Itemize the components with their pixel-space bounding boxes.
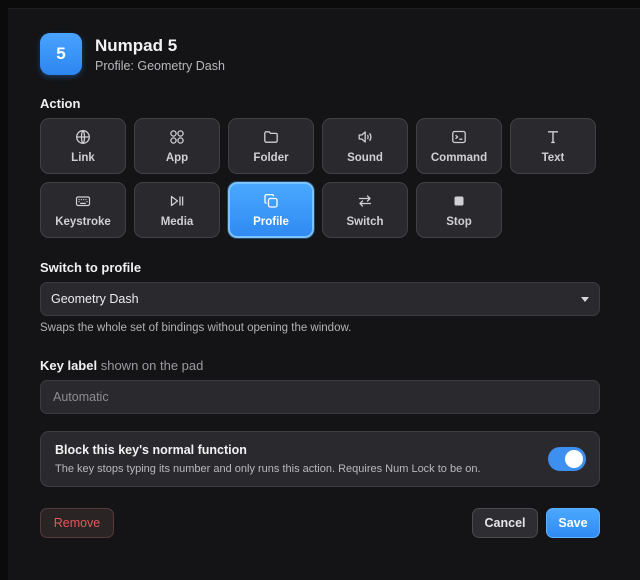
action-tile-label: Stop bbox=[446, 215, 472, 228]
action-tile-label: Folder bbox=[253, 151, 289, 164]
save-button[interactable]: Save bbox=[546, 508, 600, 538]
key-label-heading: Key label shown on the pad bbox=[40, 358, 203, 373]
block-function-toggle[interactable] bbox=[548, 447, 586, 471]
action-tile-sound[interactable]: Sound bbox=[322, 118, 408, 174]
action-section-label: Action bbox=[40, 96, 81, 111]
window-left-edge bbox=[0, 8, 8, 580]
action-tile-label: Command bbox=[430, 151, 488, 164]
play-pause-icon bbox=[170, 195, 184, 206]
terminal-icon bbox=[452, 130, 466, 143]
key-editor-panel: 5 Numpad 5 Profile: Geometry Dash Action… bbox=[8, 9, 640, 580]
apps-grid-icon bbox=[170, 129, 184, 144]
action-tile-stop[interactable]: Stop bbox=[416, 182, 502, 238]
remove-button[interactable]: Remove bbox=[40, 508, 114, 538]
text-icon bbox=[548, 130, 558, 143]
key-header: 5 Numpad 5 Profile: Geometry Dash bbox=[40, 33, 225, 75]
cancel-button[interactable]: Cancel bbox=[472, 508, 538, 538]
window-top-edge bbox=[0, 0, 640, 9]
key-label-title: Key label bbox=[40, 358, 98, 373]
profile-select-value: Geometry Dash bbox=[51, 292, 139, 306]
action-tile-app[interactable]: App bbox=[134, 118, 220, 174]
folder-icon bbox=[264, 130, 278, 143]
key-label-input[interactable] bbox=[51, 389, 589, 405]
action-tile-profile[interactable]: Profile bbox=[228, 182, 314, 238]
action-tile-label: Text bbox=[541, 151, 565, 164]
action-tile-text[interactable]: Text bbox=[510, 118, 596, 174]
action-tile-label: Keystroke bbox=[55, 215, 111, 228]
action-tile-label: Media bbox=[160, 215, 194, 228]
action-tile-label: Profile bbox=[253, 215, 289, 228]
action-tile-label: Sound bbox=[347, 151, 383, 164]
key-label-suffix: shown on the pad bbox=[100, 358, 204, 373]
key-title: Numpad 5 bbox=[95, 35, 178, 55]
block-function-card: Block this key's normal function The key… bbox=[40, 431, 600, 487]
stop-icon bbox=[454, 196, 464, 205]
title-block: Numpad 5 Profile: Geometry Dash bbox=[95, 36, 225, 73]
switch-profile-hint: Swaps the whole set of bindings without … bbox=[40, 322, 352, 334]
action-tile-label: Link bbox=[71, 151, 95, 164]
globe-icon bbox=[76, 129, 90, 144]
action-tile-link[interactable]: Link bbox=[40, 118, 126, 174]
action-tile-media[interactable]: Media bbox=[134, 182, 220, 238]
chevron-down-icon bbox=[581, 296, 589, 302]
action-tile-command[interactable]: Command bbox=[416, 118, 502, 174]
toggle-knob bbox=[565, 450, 583, 468]
switch-profile-label: Switch to profile bbox=[40, 260, 142, 275]
action-tile-folder[interactable]: Folder bbox=[228, 118, 314, 174]
key-label-field[interactable] bbox=[40, 380, 600, 414]
profile-select[interactable]: Geometry Dash bbox=[40, 282, 600, 316]
block-function-description: The key stops typing its number and only… bbox=[55, 463, 481, 475]
action-tile-label: Switch bbox=[346, 215, 384, 228]
block-function-title: Block this key's normal function bbox=[55, 443, 247, 457]
key-subtitle: Profile: Geometry Dash bbox=[95, 58, 225, 73]
action-tile-label: App bbox=[165, 151, 189, 164]
speaker-icon bbox=[358, 130, 372, 143]
action-tile-keystroke[interactable]: Keystroke bbox=[40, 182, 126, 238]
action-tile-switch[interactable]: Switch bbox=[322, 182, 408, 238]
key-badge: 5 bbox=[40, 33, 82, 75]
keyboard-icon bbox=[75, 195, 91, 206]
swap-arrows-icon bbox=[358, 194, 372, 207]
copy-icon bbox=[264, 193, 278, 208]
